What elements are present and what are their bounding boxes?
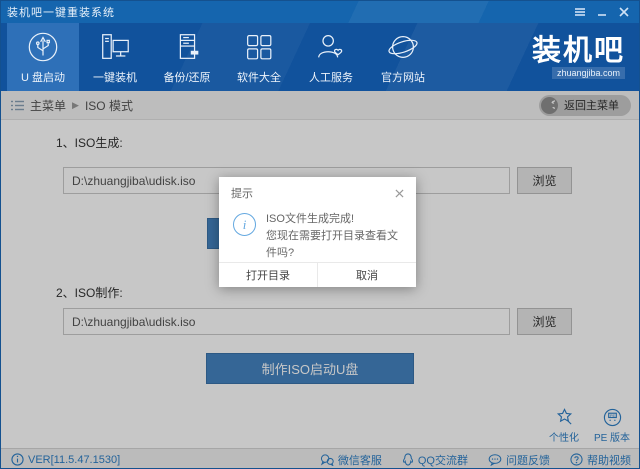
nav-item-one-key-install[interactable]: 一键装机 [79, 23, 151, 91]
nav-item-label: 人工服务 [309, 69, 353, 85]
dialog-header: 提示 [219, 177, 416, 203]
menu-icon[interactable] [569, 3, 591, 21]
dialog-message-line2: 您现在需要打开目录查看文件吗? [266, 230, 398, 259]
nav-item-backup-restore[interactable]: 备份/还原 [151, 23, 223, 91]
dialog-title: 提示 [231, 185, 395, 201]
brand-logo-domain: zhuangjiba.com [552, 67, 625, 79]
nav-item-label: 一键装机 [93, 69, 137, 85]
usb-icon [26, 30, 60, 64]
dialog-close-icon[interactable] [395, 189, 404, 198]
computer-icon [98, 30, 132, 64]
nav-item-label: U 盘启动 [21, 69, 65, 85]
cancel-button[interactable]: 取消 [318, 263, 416, 287]
app-window: 装机吧一键重装系统 U 盘启动 [0, 0, 640, 469]
open-directory-button[interactable]: 打开目录 [219, 263, 318, 287]
nav-item-label: 软件大全 [237, 69, 281, 85]
backup-restore-icon [170, 30, 204, 64]
globe-icon [386, 30, 420, 64]
nav-item-support[interactable]: 人工服务 [295, 23, 367, 91]
info-circle-icon: i [233, 213, 256, 236]
dialog-message: ISO文件生成完成! 您现在需要打开目录查看文件吗? [266, 211, 406, 262]
person-service-icon [314, 30, 348, 64]
dialog-message-line1: ISO文件生成完成! [266, 213, 354, 225]
dialog-footer: 打开目录 取消 [219, 262, 416, 287]
apps-grid-icon [242, 30, 276, 64]
nav-item-label: 官方网站 [381, 69, 425, 85]
nav-item-usb-boot[interactable]: U 盘启动 [7, 23, 79, 91]
nav-item-website[interactable]: 官方网站 [367, 23, 439, 91]
minimize-icon[interactable] [591, 3, 613, 21]
window-title: 装机吧一键重装系统 [7, 4, 569, 20]
main-nav: U 盘启动 一键装机 备份/还原 [1, 23, 640, 91]
dialog-body: i ISO文件生成完成! 您现在需要打开目录查看文件吗? [219, 203, 416, 262]
titlebar: 装机吧一键重装系统 [1, 1, 640, 23]
close-icon[interactable] [613, 3, 635, 21]
brand-logo-text: 装机吧 [532, 36, 625, 66]
nav-item-software[interactable]: 软件大全 [223, 23, 295, 91]
brand-logo: 装机吧 zhuangjiba.com [532, 23, 640, 91]
prompt-dialog: 提示 i ISO文件生成完成! 您现在需要打开目录查看文件吗? 打开目录 取消 [219, 177, 416, 287]
nav-item-label: 备份/还原 [163, 69, 210, 85]
